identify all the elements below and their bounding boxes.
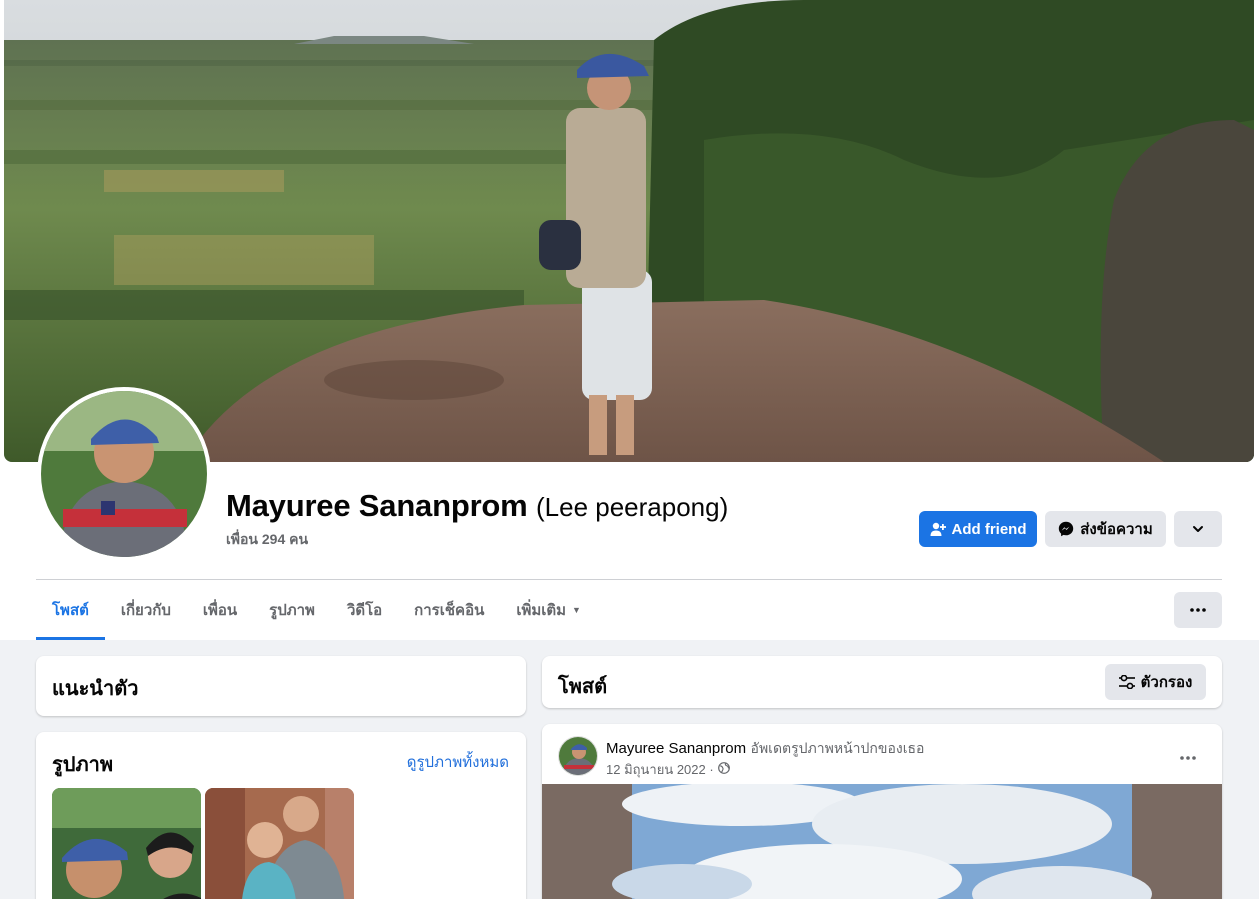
profile-tabs: โพสต์ เกี่ยวกับ เพื่อน รูปภาพ วิดีโอ การ… <box>36 580 597 640</box>
tab-checkins[interactable]: การเช็คอิน <box>398 580 500 640</box>
tab-label: เพื่อน <box>202 602 238 619</box>
more-options-dropdown-button[interactable] <box>1174 511 1222 547</box>
post-timestamp[interactable]: 12 มิถุนายน 2022 · <box>606 759 714 780</box>
filter-sliders-icon <box>1118 675 1135 689</box>
tab-label: รูปภาพ <box>269 602 315 619</box>
tab-videos[interactable]: วิดีโอ <box>331 580 398 640</box>
filter-label: ตัวกรอง <box>1140 674 1193 691</box>
profile-name-row: Mayuree Sananprom (Lee peerapong) <box>226 488 728 524</box>
post-card: Mayuree Sananprom อัพเดตรูปภาพหน้าปกของเ… <box>542 724 1222 899</box>
filter-button[interactable]: ตัวกรอง <box>1105 664 1206 700</box>
tab-posts[interactable]: โพสต์ <box>36 580 105 640</box>
post-header: Mayuree Sananprom อัพเดตรูปภาพหน้าปกของเ… <box>606 738 924 760</box>
caret-down-icon: ▼ <box>572 605 581 615</box>
intro-title: แนะนำตัว <box>52 678 139 700</box>
tab-label: การเช็คอิน <box>414 602 485 619</box>
message-button[interactable]: ส่งข้อความ <box>1045 511 1166 547</box>
tab-label: เกี่ยวกับ <box>120 602 171 619</box>
friend-count[interactable]: เพื่อน 294 คน <box>226 529 308 551</box>
profile-alt-name: (Lee peerapong) <box>535 492 729 522</box>
messenger-icon <box>1058 521 1074 537</box>
tab-label: โพสต์ <box>52 602 89 619</box>
more-dots-icon <box>1190 608 1206 612</box>
intro-card: แนะนำตัว <box>36 656 526 716</box>
profile-avatar[interactable] <box>37 387 211 561</box>
photos-card: รูปภาพ ดูรูปภาพทั้งหมด <box>36 732 526 899</box>
profile-header: Mayuree Sananprom (Lee peerapong) เพื่อน… <box>0 0 1259 640</box>
cover-photo[interactable] <box>4 0 1254 462</box>
profile-more-button[interactable] <box>1174 592 1222 628</box>
tab-photos[interactable]: รูปภาพ <box>253 580 331 640</box>
photo-thumbnail[interactable] <box>205 788 354 899</box>
tab-friends[interactable]: เพื่อน <box>187 580 253 640</box>
post-options-button[interactable] <box>1170 738 1206 774</box>
post-author-name[interactable]: Mayuree Sananprom <box>606 740 746 757</box>
posts-title: โพสต์ <box>558 676 608 698</box>
add-friend-label: Add friend <box>951 520 1027 538</box>
tab-label: เพิ่มเติม <box>516 602 567 619</box>
globe-icon <box>717 762 730 777</box>
photos-title: รูปภาพ <box>52 754 114 776</box>
profile-name: Mayuree Sananprom <box>226 488 528 523</box>
tab-about[interactable]: เกี่ยวกับ <box>105 580 187 640</box>
tab-label: วิดีโอ <box>346 602 383 619</box>
chevron-down-icon <box>1192 523 1204 535</box>
more-dots-icon <box>1180 747 1196 765</box>
post-author-avatar[interactable] <box>558 736 598 776</box>
add-friend-button[interactable]: Add friend <box>919 511 1037 547</box>
tab-more[interactable]: เพิ่มเติม ▼ <box>500 580 597 640</box>
see-all-photos-link[interactable]: ดูรูปภาพทั้งหมด <box>407 750 509 774</box>
photo-thumbnail[interactable] <box>52 788 201 899</box>
posts-header-card: โพสต์ ตัวกรอง <box>542 656 1222 708</box>
message-label: ส่งข้อความ <box>1080 521 1153 538</box>
add-person-icon <box>930 521 946 537</box>
post-action-text: อัพเดตรูปภาพหน้าปกของเธอ <box>750 740 925 756</box>
post-photo[interactable] <box>542 782 1222 899</box>
post-timestamp-row: 12 มิถุนายน 2022 · <box>606 759 730 780</box>
